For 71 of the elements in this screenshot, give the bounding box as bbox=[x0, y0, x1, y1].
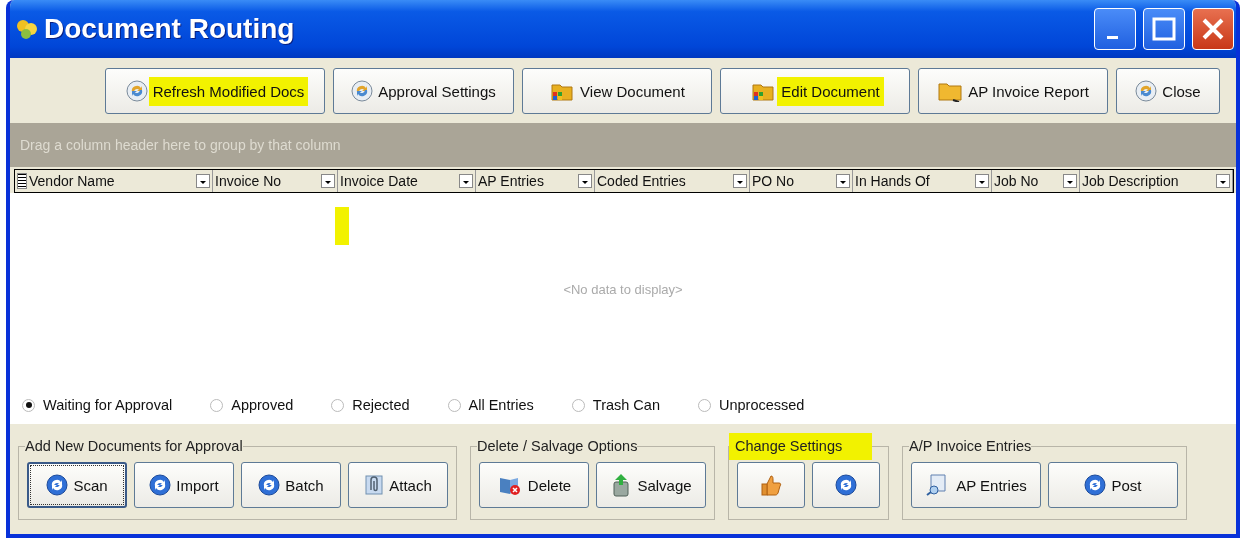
group-title: Add New Documents for Approval bbox=[25, 438, 243, 454]
radio-button[interactable] bbox=[571, 398, 585, 412]
action-button[interactable]: Attach bbox=[348, 462, 448, 508]
filter-dropdown-icon[interactable] bbox=[1216, 174, 1230, 188]
toolbar-button[interactable]: View Document bbox=[522, 68, 712, 114]
action-button[interactable]: Post bbox=[1048, 462, 1178, 508]
maximize-icon bbox=[1152, 17, 1176, 41]
maximize-button[interactable] bbox=[1143, 8, 1185, 50]
column-header[interactable]: AP Entries bbox=[478, 173, 576, 189]
radio-option[interactable]: Rejected bbox=[331, 397, 410, 413]
column-header[interactable]: Invoice No bbox=[215, 173, 319, 189]
group-by-hint: Drag a column header here to group by that column bbox=[10, 123, 1236, 167]
column-header[interactable]: Coded Entries bbox=[597, 173, 731, 189]
column-header[interactable]: In Hands Of bbox=[855, 173, 973, 189]
close-icon bbox=[1201, 17, 1225, 41]
filter-dropdown-icon[interactable] bbox=[1063, 174, 1077, 188]
toolbar-button[interactable]: Edit Document bbox=[720, 68, 910, 114]
refresh-icon bbox=[835, 474, 857, 496]
radio-option[interactable]: All Entries bbox=[447, 397, 534, 413]
refresh-icon bbox=[351, 80, 374, 102]
empty-message: <No data to display> bbox=[563, 282, 683, 297]
action-button[interactable]: Salvage bbox=[596, 462, 706, 508]
refresh-icon bbox=[1084, 474, 1107, 496]
group-title: A/P Invoice Entries bbox=[909, 438, 1032, 454]
icon-button[interactable] bbox=[737, 462, 805, 508]
radio-button[interactable] bbox=[447, 398, 461, 412]
refresh-icon bbox=[149, 474, 172, 496]
radio-option[interactable]: Trash Can bbox=[571, 397, 660, 413]
group-title: Delete / Salvage Options bbox=[477, 438, 638, 454]
column-header[interactable]: Job Description bbox=[1082, 173, 1214, 189]
window-title: Document Routing bbox=[44, 13, 296, 45]
filter-dropdown-icon[interactable] bbox=[196, 174, 210, 188]
radio-button[interactable] bbox=[697, 398, 711, 412]
filter-dropdown-icon[interactable] bbox=[733, 174, 747, 188]
column-chooser-icon[interactable] bbox=[17, 173, 27, 189]
minimize-button[interactable] bbox=[1094, 8, 1136, 50]
minimize-icon bbox=[1106, 35, 1118, 39]
folder-icon bbox=[937, 80, 964, 102]
radio-option[interactable]: Approved bbox=[210, 397, 294, 413]
filter-dropdown-icon[interactable] bbox=[459, 174, 473, 188]
filter-dropdown-icon[interactable] bbox=[321, 174, 335, 188]
icon-button[interactable] bbox=[812, 462, 880, 508]
toolbar-button[interactable]: AP Invoice Report bbox=[918, 68, 1108, 114]
filter-dropdown-icon[interactable] bbox=[975, 174, 989, 188]
paperclip-icon bbox=[364, 474, 385, 496]
column-header[interactable]: Vendor Name bbox=[29, 173, 194, 189]
toolbar-button[interactable]: Close bbox=[1116, 68, 1220, 114]
refresh-icon bbox=[258, 474, 281, 496]
radio-button[interactable] bbox=[331, 398, 345, 412]
refresh-icon bbox=[125, 80, 148, 102]
radio-button[interactable] bbox=[210, 398, 224, 412]
app-icon bbox=[14, 17, 40, 41]
radio-option[interactable]: Unprocessed bbox=[697, 397, 805, 413]
toolbar-button[interactable]: Refresh Modified Docs bbox=[105, 68, 325, 114]
column-header[interactable]: Invoice Date bbox=[340, 173, 457, 189]
action-button[interactable]: AP Entries bbox=[911, 462, 1041, 508]
action-button[interactable]: Delete bbox=[479, 462, 589, 508]
refresh-icon bbox=[46, 474, 69, 496]
filter-dropdown-icon[interactable] bbox=[578, 174, 592, 188]
radio-button[interactable] bbox=[22, 398, 35, 412]
close-button[interactable] bbox=[1192, 8, 1234, 50]
action-button[interactable]: Batch bbox=[241, 462, 341, 508]
thumbs-up-icon bbox=[759, 474, 783, 496]
toolbar-button[interactable]: Approval Settings bbox=[333, 68, 514, 114]
action-button[interactable]: Import bbox=[134, 462, 234, 508]
action-button[interactable]: Scan bbox=[27, 462, 127, 508]
column-header[interactable]: PO No bbox=[752, 173, 834, 189]
radio-option[interactable]: Waiting for Approval bbox=[22, 397, 173, 413]
column-header[interactable]: Job No bbox=[994, 173, 1061, 189]
filter-dropdown-icon[interactable] bbox=[836, 174, 850, 188]
refresh-icon bbox=[1135, 80, 1158, 102]
